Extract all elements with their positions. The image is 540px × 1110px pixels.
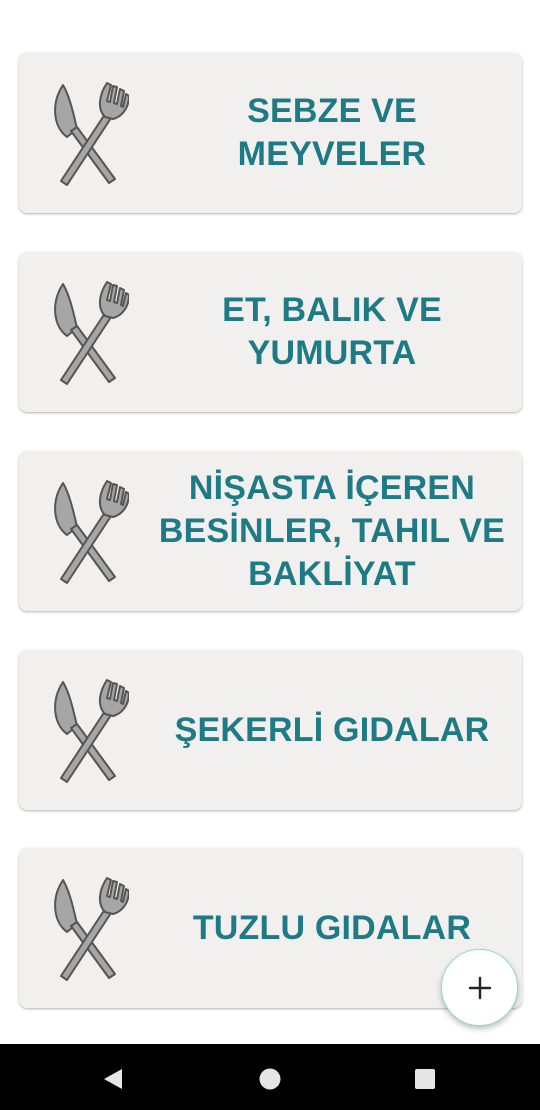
screen: SEBZE VE MEYVELER ET, BALIK VE YUMURTA N…	[0, 0, 540, 1110]
category-card-sekerli-gidalar[interactable]: ŞEKERLİ GIDALAR	[19, 650, 522, 810]
category-label: ET, BALIK VE YUMURTA	[222, 291, 442, 372]
category-label: ŞEKERLİ GIDALAR	[174, 710, 490, 749]
category-card-et-balik-ve-yumurta[interactable]: ET, BALIK VE YUMURTA	[19, 252, 522, 412]
category-label: NİŞASTA İÇEREN BESİNLER, TAHIL VE BAKLİY…	[158, 468, 506, 593]
category-label: SEBZE VE MEYVELER	[237, 92, 427, 173]
plus-icon	[468, 976, 491, 999]
back-icon[interactable]	[98, 1064, 128, 1094]
category-list: SEBZE VE MEYVELER ET, BALIK VE YUMURTA N…	[0, 0, 540, 1044]
category-card-nisasta-iceren-besinler[interactable]: NİŞASTA İÇEREN BESİNLER, TAHIL VE BAKLİY…	[19, 451, 522, 611]
home-icon[interactable]	[255, 1064, 285, 1094]
add-button[interactable]	[441, 949, 518, 1026]
cutlery-icon	[54, 877, 129, 981]
system-navigation-bar	[0, 1044, 540, 1110]
cutlery-icon	[54, 281, 129, 385]
recents-icon[interactable]	[410, 1064, 440, 1094]
cutlery-icon	[54, 82, 129, 186]
cutlery-icon	[54, 480, 129, 584]
category-card-sebze-ve-meyveler[interactable]: SEBZE VE MEYVELER	[19, 53, 522, 213]
cutlery-icon	[54, 679, 129, 783]
